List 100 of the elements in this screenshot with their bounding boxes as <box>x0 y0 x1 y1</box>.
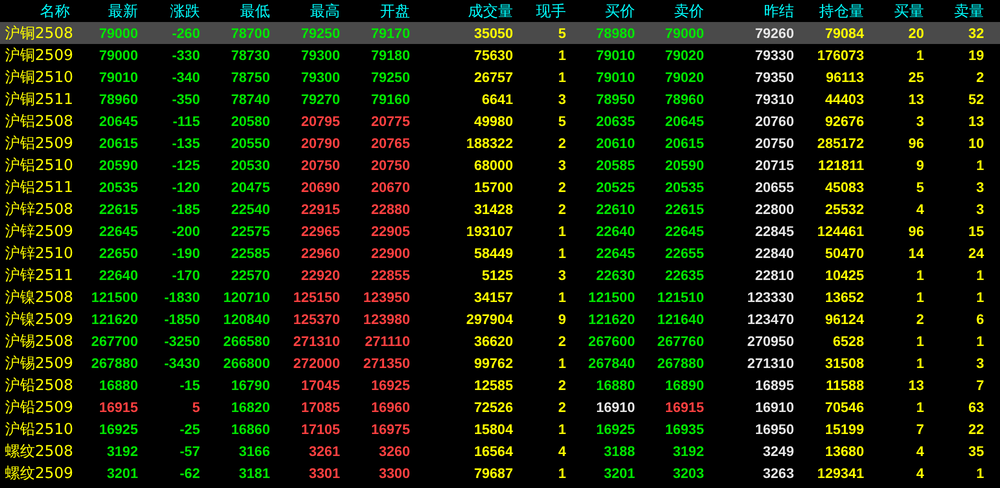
column-header[interactable]: 涨跌 <box>140 2 202 20</box>
contract-name: 沪铝2510 <box>4 156 72 174</box>
table-row[interactable]: 沪铝2511 20535 -120 20475 20690 20670 15700 2 20525 20535 20655 45083 5 3 <box>0 176 1000 198</box>
table-cell-text: 78750 <box>230 69 271 85</box>
table-row[interactable]: 螺纹2508 3192 -57 3166 3261 3260 16564 4 3188 3192 3249 13680 4 35 <box>0 440 1000 462</box>
table-row[interactable]: 沪锡2509 267880 -3430 266800 272000 271350 99762 1 267840 267880 271310 31508 1 3 <box>0 352 1000 374</box>
table-cell-text: 36620 <box>473 333 514 349</box>
contract-name: 沪铅2510 <box>4 420 72 438</box>
table-cell-text: 272000 <box>292 355 341 371</box>
table-cell-text: 52 <box>967 91 985 107</box>
table-cell-text: 79250 <box>370 69 411 85</box>
table-cell-text: 3181 <box>238 465 271 481</box>
table-cell-text: 123470 <box>746 311 795 327</box>
table-row[interactable]: 沪镍2509 121620 -1850 120840 125370 123980 297904 9 121620 121640 123470 96124 2 6 <box>0 308 1000 330</box>
table-row[interactable]: 沪铅2509 16915 5 16820 17085 16960 72526 2 16910 16915 16910 70546 1 63 <box>0 396 1000 418</box>
table-row[interactable]: 沪铅2508 16880 -15 16790 17045 16925 12585 2 16880 16890 16895 11588 13 7 <box>0 374 1000 396</box>
table-cell-text: 34157 <box>473 289 514 305</box>
table-cell-text: 16790 <box>230 377 271 393</box>
table-cell-text: 15804 <box>473 421 514 437</box>
table-cell-text: 12585 <box>473 377 514 393</box>
table-cell-text: -115 <box>172 113 201 129</box>
table-row[interactable]: 沪铅2510 16925 -25 16860 17105 16975 15804 1 16925 16935 16950 15199 7 22 <box>0 418 1000 440</box>
contract-name: 沪铜2508 <box>4 24 72 42</box>
table-cell-text: 22615 <box>664 201 705 217</box>
table-cell-text: 17045 <box>300 377 341 393</box>
column-header[interactable]: 开盘 <box>342 2 412 20</box>
table-cell-text: 79250 <box>300 25 341 41</box>
table-cell-text: 271350 <box>362 355 411 371</box>
table-cell-text: 79010 <box>595 69 636 85</box>
column-header[interactable]: 持仓量 <box>796 2 866 20</box>
table-cell-text: -260 <box>170 25 201 41</box>
table-cell-text: 16915 <box>664 399 705 415</box>
table-cell-text: 68000 <box>473 157 514 173</box>
table-cell-text: 5 <box>191 399 201 415</box>
column-header[interactable]: 最新 <box>72 2 140 20</box>
table-cell-text: -1850 <box>163 311 201 327</box>
table-row[interactable]: 沪铝2508 20645 -115 20580 20795 20775 49980 5 20635 20645 20760 92676 3 13 <box>0 110 1000 132</box>
table-cell-text: 22575 <box>230 223 271 239</box>
table-cell-text: 22905 <box>370 223 411 239</box>
table-cell-text: 63 <box>967 399 985 415</box>
table-cell-text: -15 <box>178 377 201 393</box>
table-row[interactable]: 沪锌2511 22640 -170 22570 22920 22855 5125 3 22630 22635 22810 10425 1 1 <box>0 264 1000 286</box>
table-cell-text: 1 <box>915 355 925 371</box>
contract-name: 沪镍2509 <box>4 310 72 328</box>
table-cell-text: 16820 <box>230 399 271 415</box>
table-row[interactable]: 沪锌2509 22645 -200 22575 22965 22905 193107 1 22640 22645 22845 124461 96 15 <box>0 220 1000 242</box>
column-header[interactable]: 最高 <box>272 2 342 20</box>
table-cell-text: 2 <box>557 201 567 217</box>
table-cell-text: 96 <box>907 135 925 151</box>
table-cell-text: 16925 <box>370 377 411 393</box>
table-cell-text: 78950 <box>595 91 636 107</box>
table-cell-text: 121640 <box>656 311 705 327</box>
table-row[interactable]: 螺纹2509 3201 -62 3181 3301 3300 79687 1 3201 3203 3263 129341 4 1 <box>0 462 1000 484</box>
table-cell-text: 44403 <box>824 91 865 107</box>
table-row[interactable]: 沪铝2509 20615 -135 20550 20790 20765 188322 2 20610 20615 20750 285172 96 10 <box>0 132 1000 154</box>
table-cell-text: 10425 <box>824 267 865 283</box>
table-cell-text: -185 <box>170 201 201 217</box>
table-cell-text: 35 <box>967 443 985 459</box>
table-row[interactable]: 沪铜2508 79000 -260 78700 79250 79170 35050 5 78980 79000 79260 79084 20 32 <box>0 22 1000 44</box>
table-row[interactable]: 沪镍2508 121500 -1830 120710 125150 123950 34157 1 121500 121510 123330 13652 1 1 <box>0 286 1000 308</box>
column-header[interactable]: 名称 <box>0 2 72 20</box>
table-cell-text: 9 <box>557 311 567 327</box>
table-cell-text: 78980 <box>595 25 636 41</box>
column-header[interactable]: 现手 <box>515 2 568 20</box>
table-cell-text: 267880 <box>656 355 705 371</box>
table-cell-text: -1830 <box>163 289 201 305</box>
table-cell-text: 20775 <box>370 113 411 129</box>
table-row[interactable]: 沪锌2510 22650 -190 22585 22960 22900 58449 1 22645 22655 22840 50470 14 24 <box>0 242 1000 264</box>
table-cell-text: 20590 <box>664 157 705 173</box>
table-cell-text: 72526 <box>473 399 514 415</box>
table-row[interactable]: 沪铜2511 78960 -350 78740 79270 79160 6641 3 78950 78960 79310 44403 13 52 <box>0 88 1000 110</box>
column-header[interactable]: 卖量 <box>926 2 986 20</box>
contract-name: 沪锡2509 <box>4 354 72 372</box>
table-cell-text: 2 <box>557 135 567 151</box>
column-header[interactable]: 成交量 <box>412 2 515 20</box>
table-cell-text: 16860 <box>230 421 271 437</box>
table-cell-text: 13 <box>907 91 925 107</box>
table-cell-text: 1 <box>557 465 567 481</box>
table-cell-text: 16910 <box>595 399 636 415</box>
column-header[interactable]: 买量 <box>866 2 926 20</box>
table-cell-text: -200 <box>170 223 201 239</box>
table-cell-text: 1 <box>975 333 985 349</box>
column-header[interactable]: 最低 <box>202 2 272 20</box>
table-row[interactable]: 沪铜2510 79010 -340 78750 79300 79250 26757 1 79010 79020 79350 96113 25 2 <box>0 66 1000 88</box>
table-row[interactable]: 沪锌2508 22615 -185 22540 22915 22880 31428 2 22610 22615 22800 25532 4 3 <box>0 198 1000 220</box>
table-cell-text: 79270 <box>300 91 341 107</box>
column-header[interactable]: 买价 <box>568 2 637 20</box>
table-row[interactable]: 沪锡2508 267700 -3250 266580 271310 271110 36620 2 267600 267760 270950 6528 1 1 <box>0 330 1000 352</box>
table-row[interactable]: 沪铝2510 20590 -125 20530 20750 20750 68000 3 20585 20590 20715 121811 9 1 <box>0 154 1000 176</box>
column-header[interactable]: 昨结 <box>706 2 796 20</box>
table-cell-text: 1 <box>915 267 925 283</box>
table-cell-text: 79330 <box>754 47 795 63</box>
table-cell-text: 9 <box>915 157 925 173</box>
table-cell-text: 3263 <box>762 465 795 481</box>
table-cell-text: 3192 <box>106 443 139 459</box>
table-cell-text: 20655 <box>754 179 795 195</box>
table-cell-text: 1 <box>915 47 925 63</box>
column-header[interactable]: 卖价 <box>637 2 706 20</box>
table-row[interactable]: 沪铜2509 79000 -330 78730 79300 79180 75630 1 79010 79020 79330 176073 1 19 <box>0 44 1000 66</box>
table-cell-text: 16950 <box>754 421 795 437</box>
